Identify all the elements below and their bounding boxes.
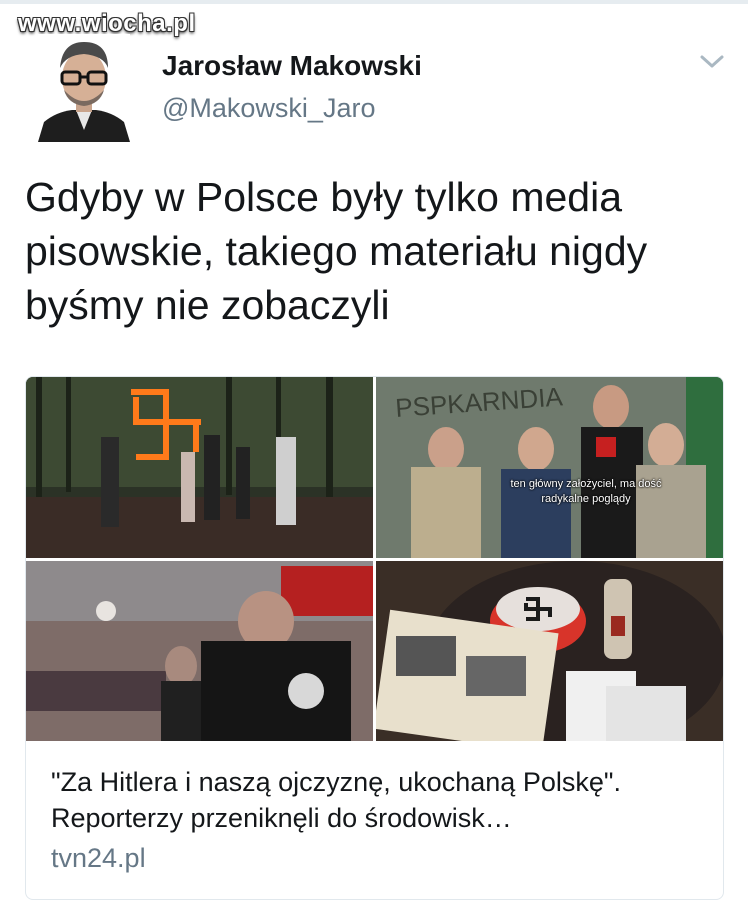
card-title[interactable]: "Za Hitlera i naszą ojczyznę, ukochaną P… [51, 764, 711, 836]
card-domain: tvn24.pl [51, 843, 146, 873]
video-subtitle: ten główny założyciel, ma dość radykalne… [510, 478, 662, 505]
crowd-photo [26, 561, 373, 741]
avatar[interactable] [38, 34, 130, 142]
user-name[interactable]: Jarosław Makowski [162, 50, 422, 82]
chevron-down-icon[interactable] [698, 52, 726, 72]
group-photo: PSPKARNDIA ten główny założyciel, ma doś… [376, 377, 723, 558]
forest-photo [26, 377, 373, 558]
table-items-photo [376, 561, 723, 741]
tweet-text: Gdyby w Polsce były tylko media pisowski… [25, 174, 648, 328]
top-divider [0, 0, 748, 4]
user-handle[interactable]: @Makowski_Jaro [162, 93, 375, 124]
link-card[interactable]: PSPKARNDIA ten główny założyciel, ma doś… [25, 376, 724, 900]
card-image-collage[interactable]: PSPKARNDIA ten główny założyciel, ma doś… [26, 377, 723, 741]
